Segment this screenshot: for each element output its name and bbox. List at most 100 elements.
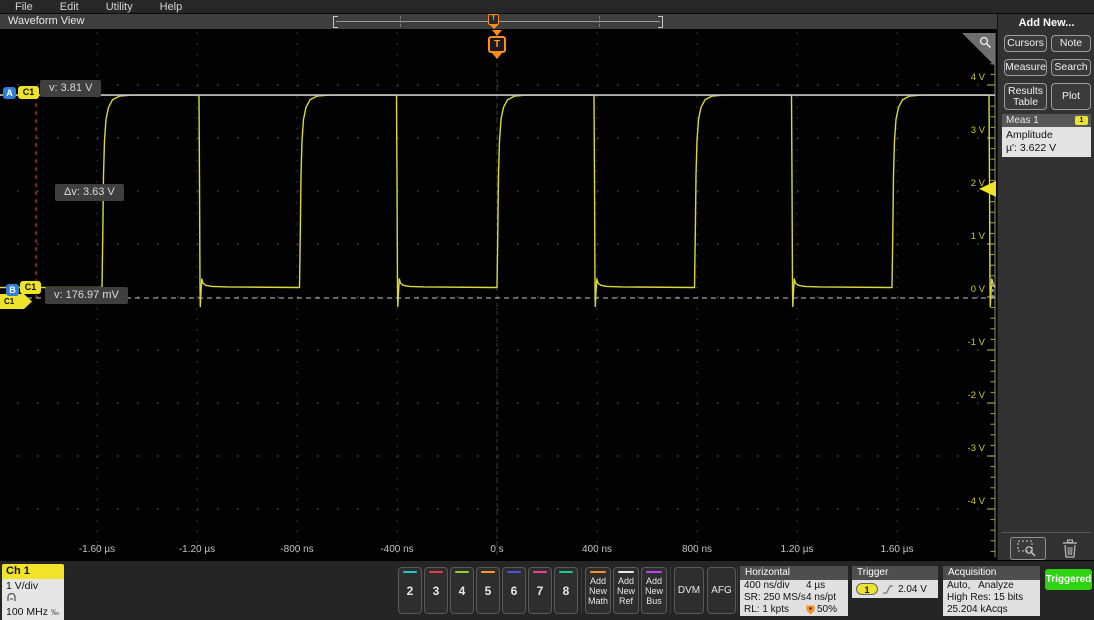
ruler-window-right <box>599 16 600 27</box>
meas-type: Amplitude <box>1006 129 1087 142</box>
waveform-plot[interactable]: 4 V3 V2 V1 V0 V-1 V-2 V-3 V-4 V-1.60 µs-… <box>0 29 997 560</box>
overview-trigger-icon: T <box>488 14 499 25</box>
x-axis-label: 800 ns <box>682 544 712 555</box>
panel-splitter-grip[interactable] <box>991 280 995 301</box>
acquisition-title: Acquisition <box>943 566 1040 580</box>
tab-waveform-view[interactable]: Waveform View <box>8 15 84 27</box>
channel-5-button[interactable]: 5 <box>476 567 500 614</box>
add-new-bus-button[interactable]: Add New Bus <box>641 567 667 614</box>
bandwidth-limit-icon: ‰ <box>51 608 59 617</box>
channel-1-bandwidth: 100 MHz <box>6 606 48 618</box>
y-axis-label: -4 V <box>968 496 986 507</box>
y-axis-label: -1 V <box>968 337 986 348</box>
menu-bar: File Edit Utility Help <box>0 0 1094 14</box>
horizontal-overview-ruler[interactable]: T <box>333 16 663 27</box>
x-axis-label: 400 ns <box>582 544 612 555</box>
y-axis-label: 0 V <box>971 284 986 295</box>
divider <box>581 567 582 614</box>
menu-edit[interactable]: Edit <box>60 0 79 14</box>
bottom-bar: Ch 1 1 V/div 100 MHz ‰ 2 3 4 5 6 7 8 Add… <box>0 560 1094 620</box>
acquisition-mode: Auto, Analyze <box>943 580 1040 592</box>
cursor-a-badge[interactable]: A <box>3 87 16 99</box>
ruler-left-bracket <box>333 16 338 28</box>
divider <box>670 567 671 614</box>
y-axis-label: 4 V <box>971 72 986 83</box>
right-panel: Add New... Cursors Note Measure Search R… <box>997 14 1094 560</box>
cursor-b-readout: v: 176.97 mV <box>45 287 128 304</box>
cursors-button[interactable]: Cursors <box>1004 35 1047 52</box>
rising-edge-icon <box>882 583 894 595</box>
trigger-flag-arrow-icon <box>492 53 502 59</box>
y-axis-label: -3 V <box>968 443 986 454</box>
meas-1-title: Meas 1 <box>1006 115 1039 126</box>
probe-icon <box>6 593 60 606</box>
zoom-selection-icon <box>1017 540 1039 557</box>
trigger-position-flag[interactable]: T <box>487 30 507 59</box>
ch1-trace <box>0 95 995 306</box>
acquisition-resolution: High Res: 15 bits <box>943 592 1040 604</box>
horizontal-title: Horizontal <box>740 566 848 580</box>
plot-button[interactable]: Plot <box>1051 83 1091 110</box>
trigger-flag-label: T <box>488 36 506 53</box>
results-table-button[interactable]: Results Table <box>1004 83 1047 110</box>
channel-3-button[interactable]: 3 <box>424 567 448 614</box>
cursor-b-source-badge[interactable]: C1 <box>20 281 41 294</box>
menu-help[interactable]: Help <box>160 0 183 14</box>
trigger-source-badge: 1 <box>856 583 878 595</box>
cursor-a-source-badge[interactable]: C1 <box>18 86 39 99</box>
y-axis-label: 3 V <box>971 125 986 136</box>
trigger-title: Trigger <box>852 566 938 580</box>
acquisition-settings-badge[interactable]: Acquisition Auto, Analyze High Res: 15 b… <box>943 566 1040 616</box>
menu-utility[interactable]: Utility <box>106 0 133 14</box>
measure-button[interactable]: Measure <box>1004 59 1047 76</box>
divider <box>737 567 738 614</box>
waveform-view-tab-bar: Waveform View T <box>0 14 997 29</box>
search-button[interactable]: Search <box>1051 59 1091 76</box>
x-axis-label: -1.20 µs <box>179 544 215 555</box>
dvm-button[interactable]: DVM <box>674 567 704 614</box>
meas-source-badge: 1 <box>1075 116 1088 125</box>
y-axis-label: -2 V <box>968 390 986 401</box>
cursor-delta-readout: Δv: 3.63 V <box>55 184 124 201</box>
add-new-title: Add New... <box>998 17 1094 29</box>
meas-1-badge[interactable]: Meas 1 1 Amplitude µ': 3.622 V <box>1002 114 1091 157</box>
channel-1-name: Ch 1 <box>2 564 64 579</box>
note-button[interactable]: Note <box>1051 35 1091 52</box>
meas-value: µ': 3.622 V <box>1006 142 1087 155</box>
zoom-mode-button[interactable] <box>1010 537 1046 560</box>
expansion-point-icon <box>806 605 815 615</box>
cursor-a-readout: v: 3.81 V <box>40 80 101 97</box>
x-axis-label: 0 s <box>490 544 503 555</box>
add-new-math-button[interactable]: Add New Math <box>585 567 611 614</box>
cursor-b-badge[interactable]: B <box>6 284 19 296</box>
horizontal-settings-badge[interactable]: Horizontal 400 ns/div4 µs SR: 250 MS/s4 … <box>740 566 848 616</box>
oscilloscope-app: File Edit Utility Help Waveform View T 4… <box>0 0 1094 620</box>
panel-separator <box>1002 532 1091 533</box>
channel-6-button[interactable]: 6 <box>502 567 526 614</box>
channel-8-button[interactable]: 8 <box>554 567 578 614</box>
trash-button[interactable] <box>1058 537 1082 560</box>
channel-7-button[interactable]: 7 <box>528 567 552 614</box>
x-axis-label: -800 ns <box>280 544 313 555</box>
x-axis-label: -400 ns <box>380 544 413 555</box>
waveform-view: 4 V3 V2 V1 V0 V-1 V-2 V-3 V-4 V-1.60 µs-… <box>0 29 997 560</box>
trigger-settings-badge[interactable]: Trigger 1 2.04 V <box>852 566 938 598</box>
channel-2-button[interactable]: 2 <box>398 567 422 614</box>
afg-button[interactable]: AFG <box>707 567 736 614</box>
trigger-level: 2.04 V <box>898 584 927 595</box>
menu-file[interactable]: File <box>15 0 33 14</box>
y-axis-label: 1 V <box>971 231 986 242</box>
acquisition-count: 25.204 kAcqs <box>943 604 1040 616</box>
x-axis-label: -1.60 µs <box>79 544 115 555</box>
channel-1-scale: 1 V/div <box>6 580 60 593</box>
channel-1-badge[interactable]: Ch 1 1 V/div 100 MHz ‰ <box>2 564 64 620</box>
add-new-ref-button[interactable]: Add New Ref <box>613 567 639 614</box>
ruler-window-left <box>400 16 401 27</box>
magnifier-icon <box>979 36 992 49</box>
x-axis-label: 1.20 µs <box>780 544 813 555</box>
x-axis-label: 1.60 µs <box>880 544 913 555</box>
channel-4-button[interactable]: 4 <box>450 567 474 614</box>
ruler-right-bracket <box>658 16 663 28</box>
trash-icon <box>1062 539 1078 558</box>
overview-trigger-marker[interactable]: T <box>488 14 499 29</box>
